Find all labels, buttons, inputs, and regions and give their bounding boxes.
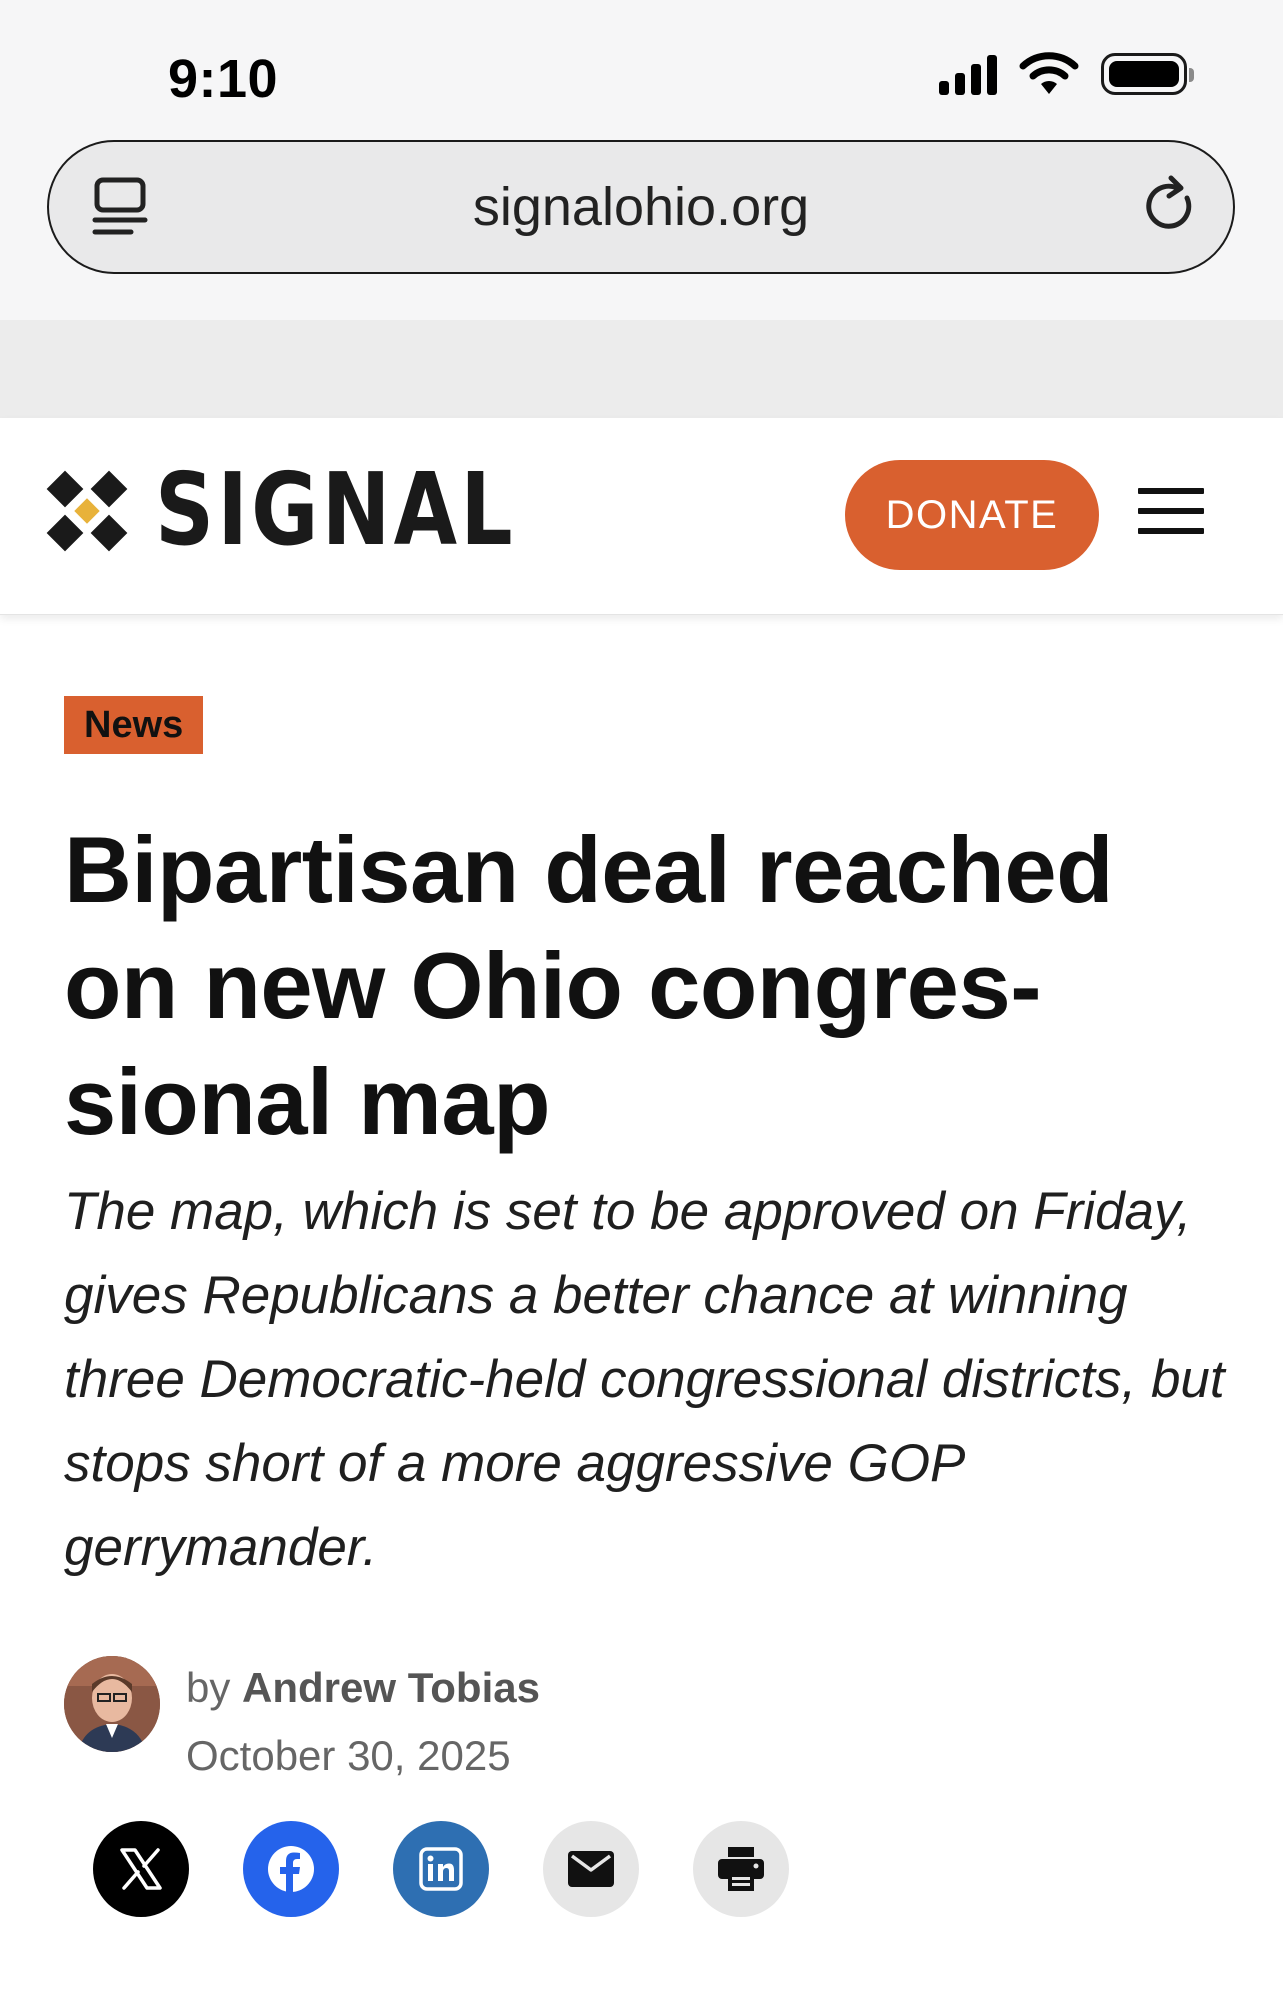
email-icon — [568, 1851, 614, 1887]
status-icons — [939, 52, 1194, 96]
share-email-button[interactable] — [543, 1821, 639, 1917]
site-logo-text[interactable]: SIGNAL — [155, 460, 516, 560]
author-avatar[interactable] — [64, 1656, 160, 1752]
ad-placeholder-band — [0, 320, 1283, 418]
site-header: SIGNAL DONATE — [0, 418, 1283, 615]
linkedin-icon — [419, 1847, 463, 1891]
donate-button[interactable]: DONATE — [845, 460, 1099, 570]
share-x-button[interactable] — [93, 1821, 189, 1917]
reload-icon[interactable] — [1135, 170, 1205, 240]
cellular-signal-icon — [939, 53, 997, 95]
address-bar[interactable]: signalohio.org — [47, 140, 1235, 274]
facebook-icon — [268, 1846, 314, 1892]
author-photo-icon — [64, 1656, 160, 1752]
category-badge[interactable]: News — [64, 696, 204, 754]
author-name-link[interactable]: Andrew Tobias — [242, 1664, 540, 1711]
share-facebook-button[interactable] — [243, 1821, 339, 1917]
publish-date: October 30, 2025 — [186, 1732, 511, 1779]
print-icon — [718, 1847, 764, 1891]
x-icon — [120, 1848, 162, 1890]
status-time: 9:10 — [168, 49, 279, 109]
share-buttons — [93, 1821, 789, 1917]
article-dek: The map, which is set to be approved on … — [64, 1182, 1225, 1577]
wifi-icon — [1019, 52, 1079, 94]
share-print-button[interactable] — [693, 1821, 789, 1917]
share-linkedin-button[interactable] — [393, 1821, 489, 1917]
signal-logo-icon[interactable] — [44, 468, 134, 558]
article-headline: Bipartisan deal reached on new Ohio cong… — [64, 817, 1114, 1154]
battery-icon — [1101, 53, 1194, 95]
url-text[interactable]: signalohio.org — [49, 176, 1233, 238]
hamburger-menu-icon[interactable] — [1138, 488, 1204, 536]
byline: by Andrew Tobias — [186, 1664, 540, 1712]
byline-prefix: by — [186, 1664, 231, 1711]
browser-chrome: 9:10 signalohio.org — [0, 0, 1283, 320]
